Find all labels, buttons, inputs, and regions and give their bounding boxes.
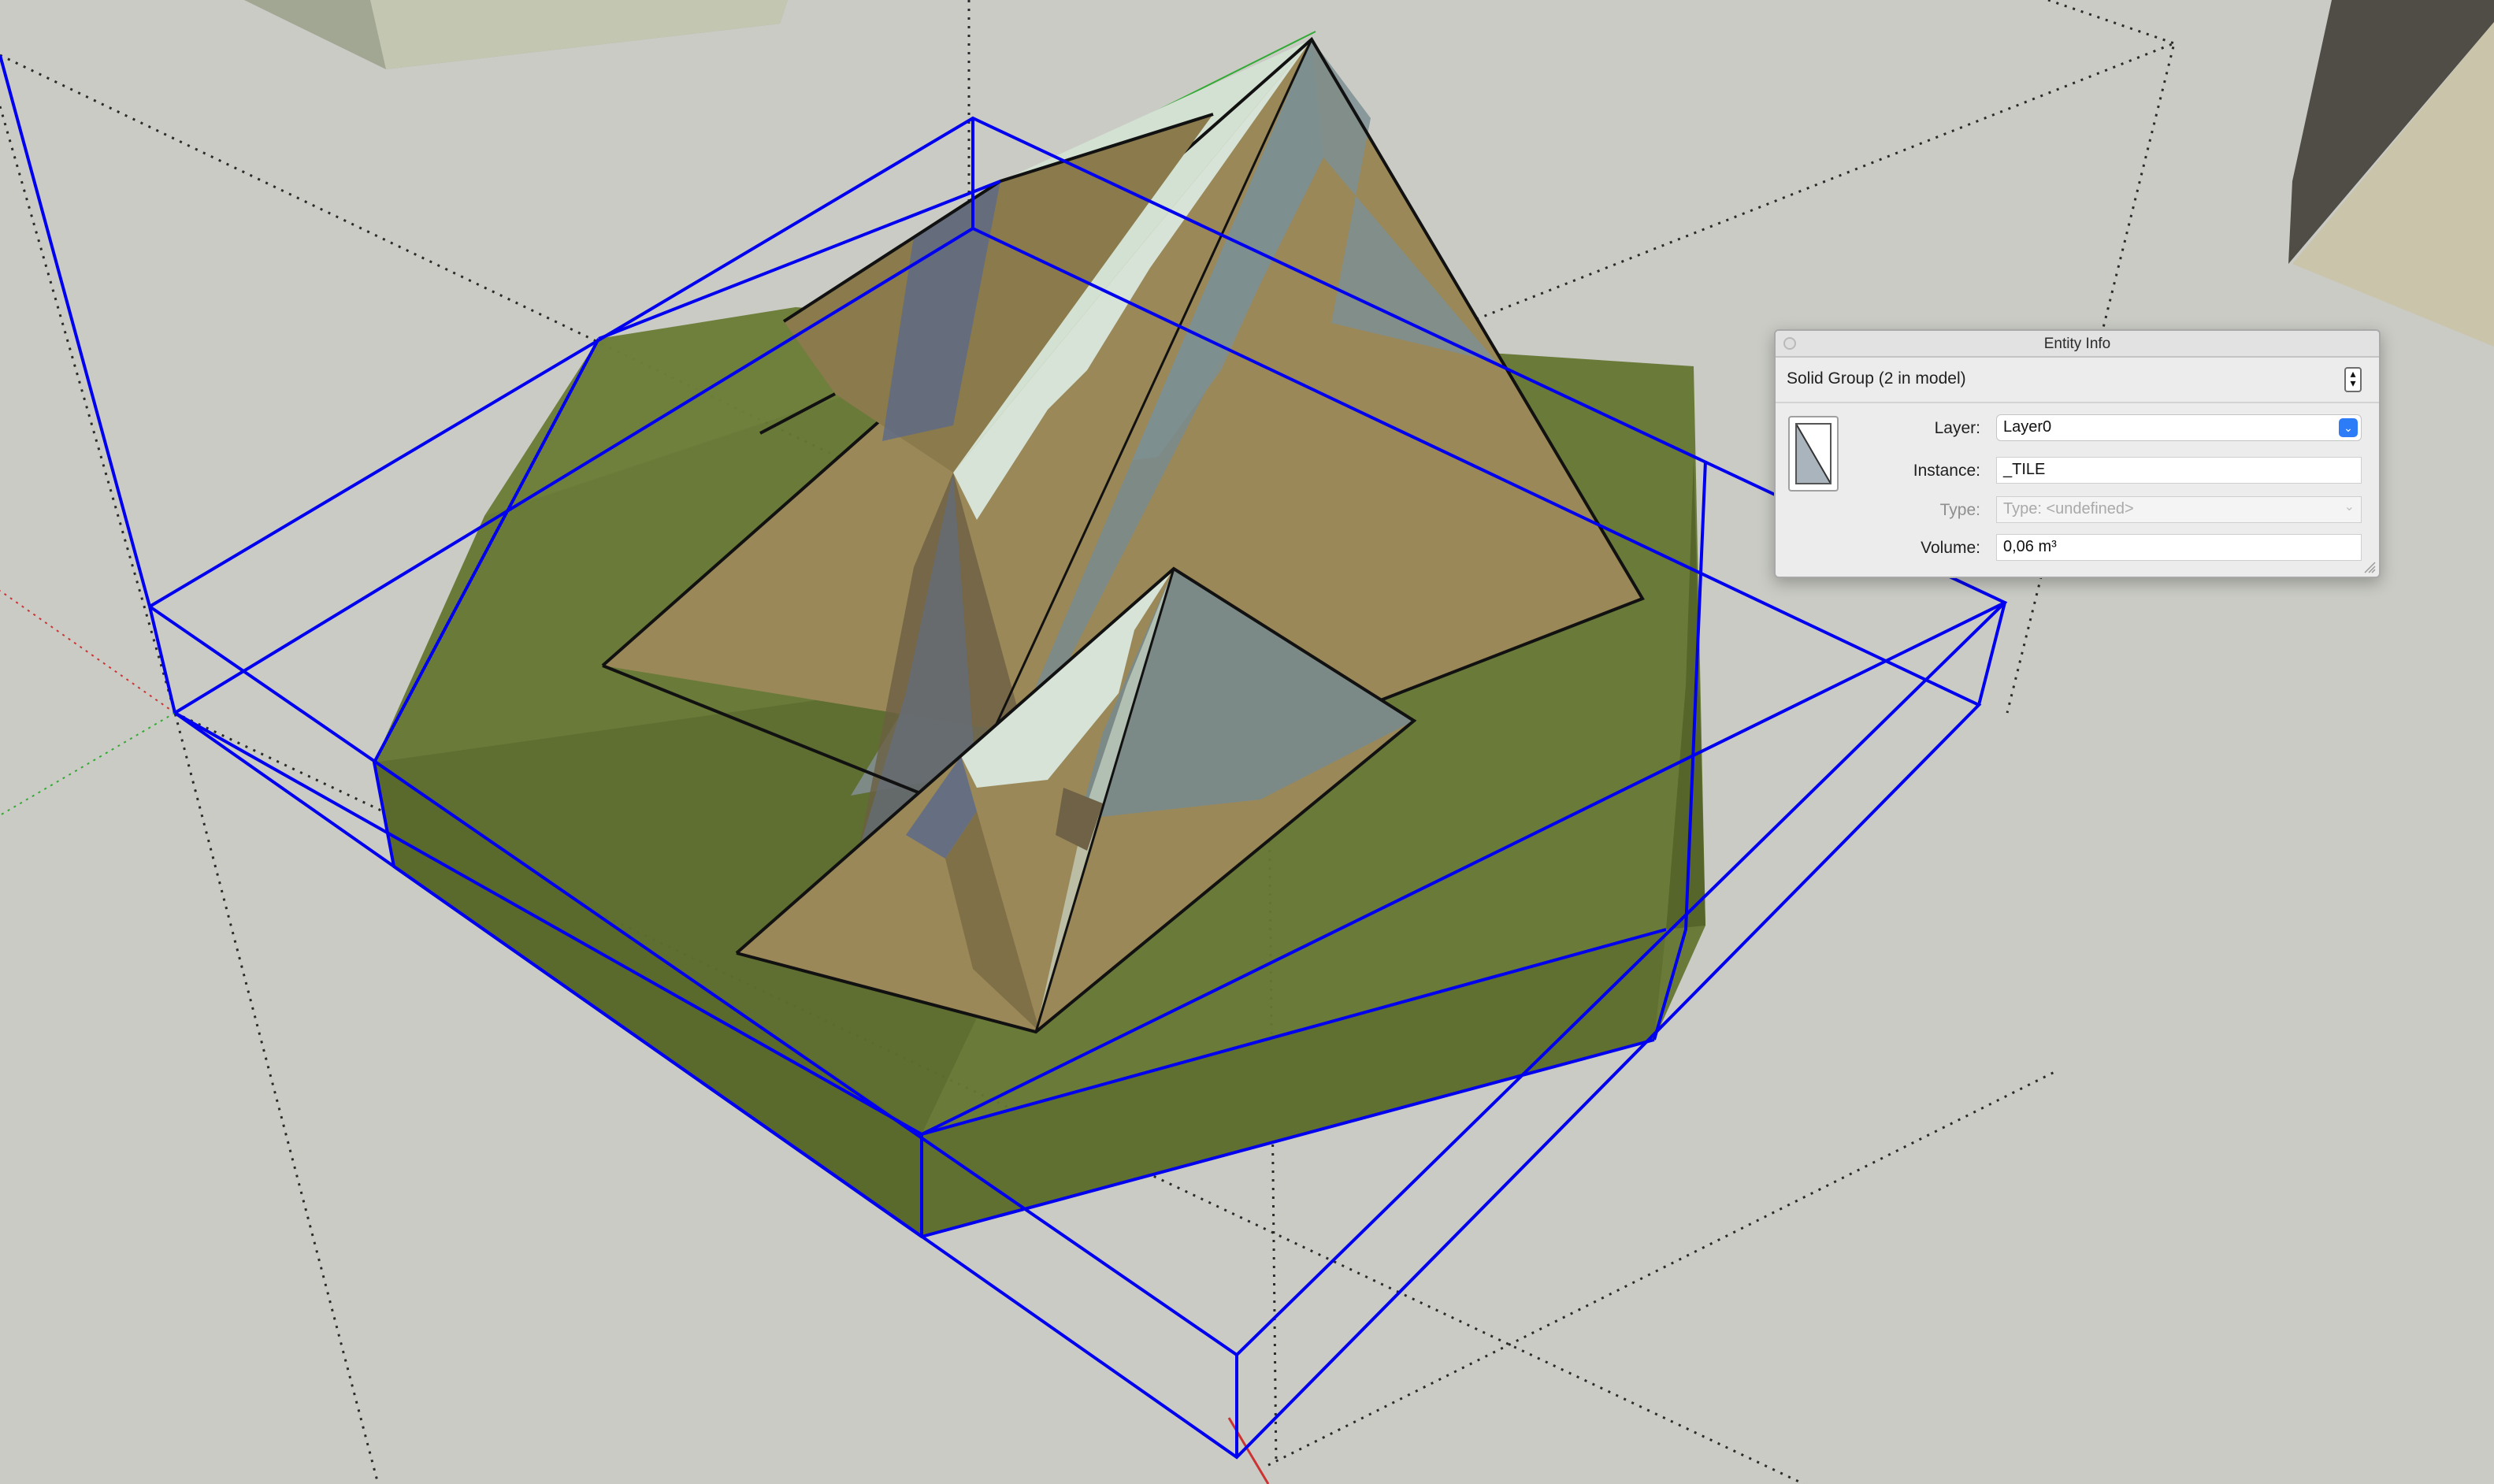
volume-field: 0,06 m³ — [1996, 534, 2362, 561]
type-label: Type: — [1939, 501, 1980, 519]
resize-grip-icon[interactable] — [2362, 559, 2376, 573]
entity-header: Solid Group (2 in model) ▴ ▾ — [1776, 358, 2379, 403]
type-value: Type: <undefined> — [2003, 500, 2134, 518]
entity-info-panel[interactable]: Entity Info Solid Group (2 in model) ▴ ▾ … — [1774, 329, 2381, 578]
type-dropdown: Type: <undefined> ⌄ — [1996, 496, 2362, 523]
volume-label: Volume: — [1921, 539, 1980, 557]
chevron-down-icon[interactable]: ⌄ — [2339, 418, 2358, 437]
entity-name: Solid Group (2 in model) — [1787, 369, 1966, 388]
layer-dropdown[interactable]: Layer0 ⌄ — [1996, 414, 2362, 441]
instance-label: Instance: — [1913, 462, 1980, 480]
layer-label: Layer: — [1934, 419, 1980, 437]
details-toggle-icon[interactable]: ▴ ▾ — [2344, 367, 2362, 392]
panel-title: Entity Info — [2043, 336, 2111, 352]
model-viewport[interactable] — [0, 0, 2494, 1484]
instance-input[interactable]: _TILE — [1996, 457, 2362, 484]
layer-value: Layer0 — [2003, 418, 2052, 436]
panel-titlebar[interactable]: Entity Info — [1776, 331, 2379, 358]
chevron-down-icon: ⌄ — [2344, 500, 2355, 514]
